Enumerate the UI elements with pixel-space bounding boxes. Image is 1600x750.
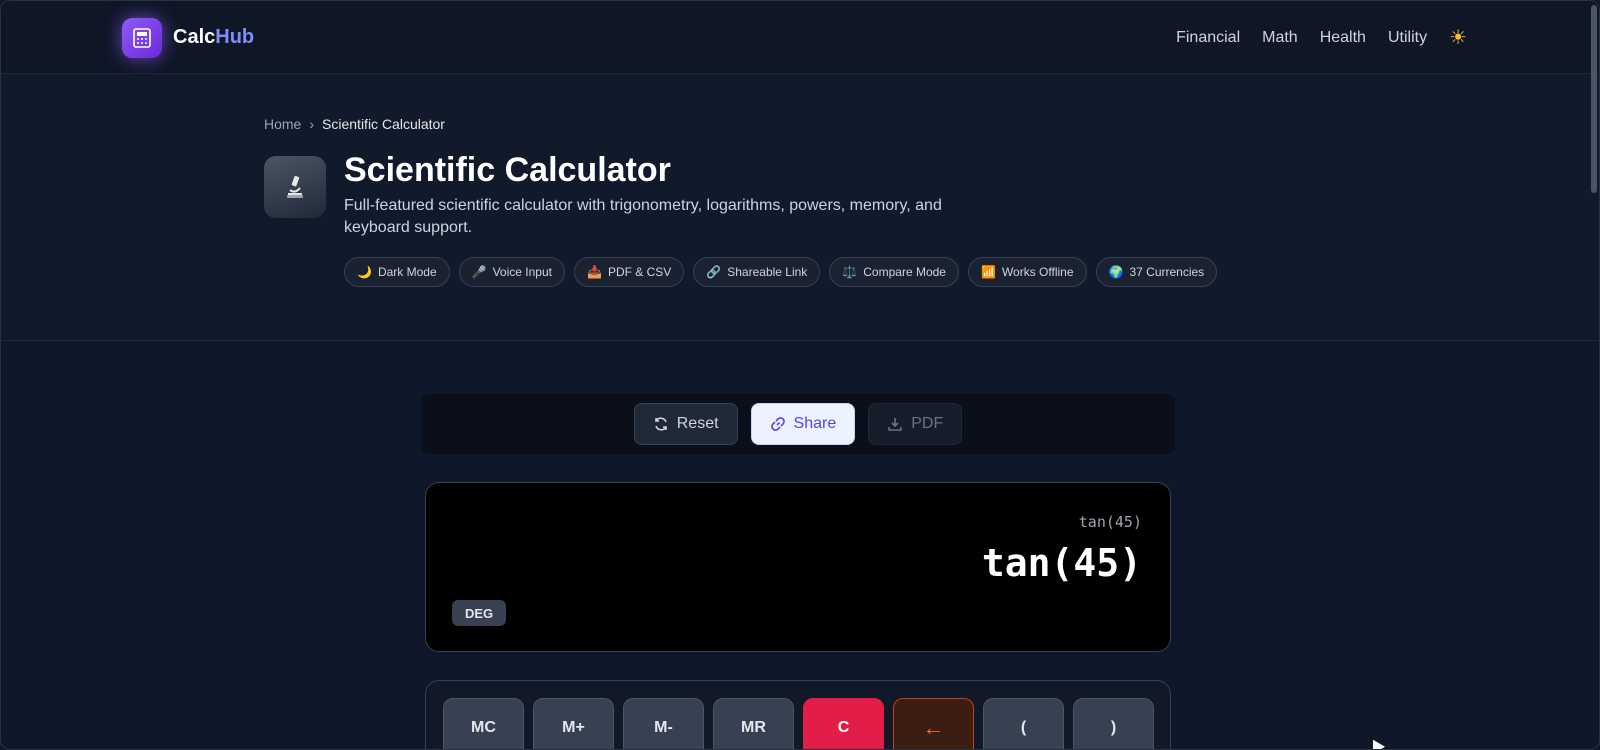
- feature-chip-label: Compare Mode: [863, 265, 946, 279]
- reset-button[interactable]: Reset: [633, 403, 738, 445]
- feature-chip-label: Shareable Link: [727, 265, 808, 279]
- nav-item-math[interactable]: Math: [1262, 29, 1298, 47]
- reset-label: Reset: [676, 415, 719, 432]
- key-memory-add[interactable]: M+: [533, 698, 614, 749]
- page-description: Full-featured scientific calculator with…: [344, 197, 942, 236]
- expression-history: tan(45): [1078, 513, 1142, 531]
- brand-name[interactable]: CalcHub: [173, 26, 254, 49]
- pdf-button[interactable]: PDF: [868, 403, 963, 445]
- feature-chip-label: 37 Currencies: [1129, 265, 1205, 279]
- key-memory-clear[interactable]: MC: [443, 698, 524, 749]
- mouse-cursor-icon: [1366, 736, 1386, 749]
- feature-chip-label: Voice Input: [492, 265, 552, 279]
- sun-icon[interactable]: ☀: [1449, 28, 1467, 48]
- microscope-icon: [264, 156, 326, 218]
- breadcrumb: Home › Scientific Calculator: [264, 116, 445, 132]
- feature-chip-compare-mode: ⚖️ Compare Mode: [829, 257, 959, 287]
- pdf-label: PDF: [911, 415, 944, 432]
- main-nav: Financial Math Health Utility ☀: [1176, 28, 1467, 48]
- breadcrumb-current: Scientific Calculator: [322, 116, 445, 132]
- share-label: Share: [793, 415, 837, 432]
- download-icon: [888, 418, 903, 431]
- key-clear[interactable]: C: [803, 698, 884, 749]
- link-icon: [770, 417, 785, 431]
- signal-icon: 📶: [980, 265, 996, 279]
- feature-chip-dark-mode: 🌙 Dark Mode: [344, 257, 450, 287]
- refresh-icon: [654, 417, 667, 431]
- feature-chip-shareable-link: 🔗 Shareable Link: [693, 257, 821, 287]
- top-navbar: CalcHub Financial Math Health Utility ☀: [1, 1, 1599, 74]
- feature-chip-label: Works Offline: [1001, 265, 1074, 279]
- feature-chip-currencies: 🌍 37 Currencies: [1095, 257, 1218, 287]
- display-value: tan(45): [981, 541, 1142, 585]
- keypad-row: MC M+ M- MR C ← ( ): [443, 698, 1154, 749]
- nav-item-financial[interactable]: Financial: [1176, 29, 1240, 47]
- download-tray-icon: 📥: [586, 265, 602, 279]
- page-title: Scientific Calculator: [344, 151, 671, 189]
- calculator-keypad: MC M+ M- MR C ← ( ): [425, 680, 1171, 749]
- page-hero: Home › Scientific Calculator Scientific …: [1, 74, 1599, 341]
- angle-mode-toggle[interactable]: DEG: [452, 600, 507, 626]
- key-backspace[interactable]: ←: [893, 698, 974, 749]
- page-scrollbar[interactable]: [1591, 5, 1597, 193]
- feature-chip-label: Dark Mode: [377, 265, 437, 279]
- scales-icon: ⚖️: [842, 265, 858, 279]
- share-button[interactable]: Share: [750, 403, 856, 445]
- feature-chip-works-offline: 📶 Works Offline: [967, 257, 1087, 287]
- link-icon: 🔗: [706, 265, 722, 279]
- globe-icon: 🌍: [1108, 265, 1124, 279]
- microphone-icon: 🎤: [471, 265, 487, 279]
- key-open-paren[interactable]: (: [983, 698, 1064, 749]
- breadcrumb-home[interactable]: Home: [264, 116, 301, 132]
- breadcrumb-separator: ›: [309, 116, 315, 132]
- feature-chip-label: PDF & CSV: [607, 265, 672, 279]
- feature-chip-pdf-csv: 📥 PDF & CSV: [573, 257, 685, 287]
- calculator-display: tan(45) tan(45) DEG: [425, 482, 1171, 652]
- brand-name-hub: Hub: [215, 26, 255, 48]
- calculator-toolbar: Reset Share PDF: [421, 394, 1175, 454]
- nav-item-health[interactable]: Health: [1320, 29, 1366, 47]
- key-memory-recall[interactable]: MR: [713, 698, 794, 749]
- browser-viewport: CalcHub Financial Math Health Utility ☀ …: [0, 0, 1600, 750]
- nav-item-utility[interactable]: Utility: [1388, 29, 1427, 47]
- moon-icon: 🌙: [357, 265, 372, 279]
- feature-chips: 🌙 Dark Mode 🎤 Voice Input 📥 PDF & CSV 🔗 …: [344, 257, 1218, 287]
- feature-chip-voice-input: 🎤 Voice Input: [458, 257, 565, 287]
- key-memory-subtract[interactable]: M-: [623, 698, 704, 749]
- logo-calculator-icon[interactable]: [122, 18, 162, 58]
- brand-name-calc: Calc: [173, 26, 216, 48]
- key-close-paren[interactable]: ): [1073, 698, 1154, 749]
